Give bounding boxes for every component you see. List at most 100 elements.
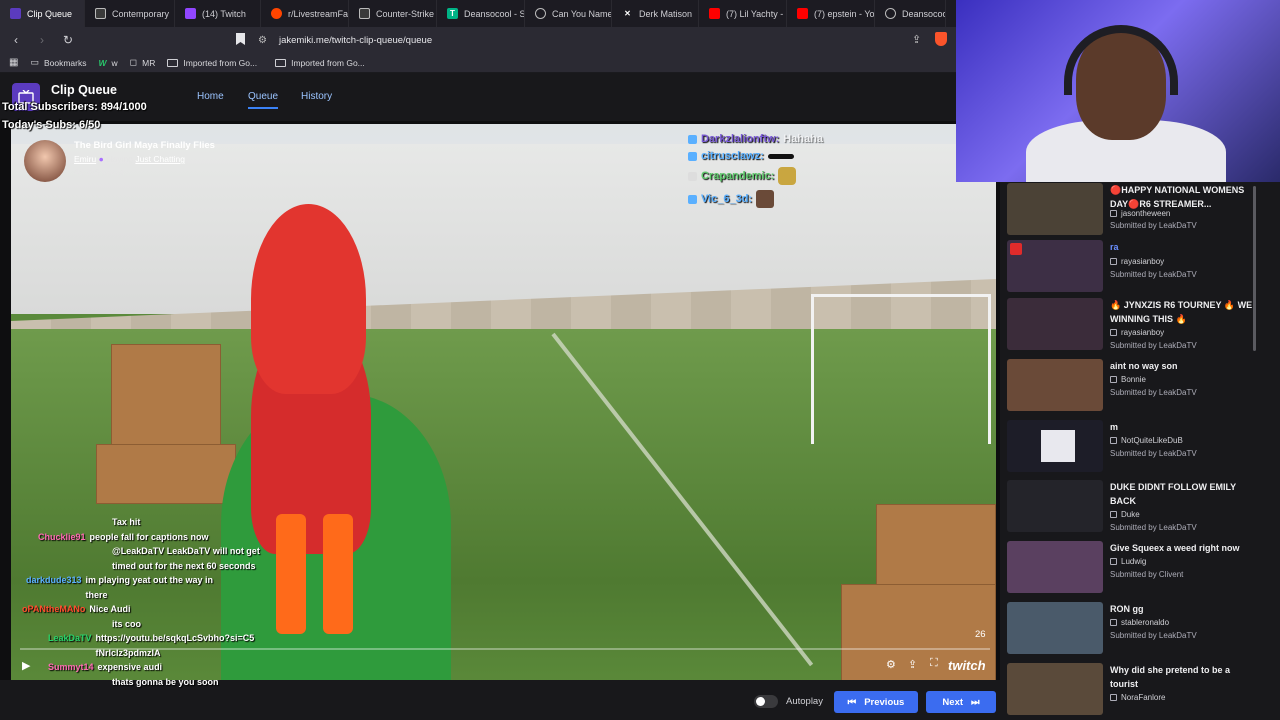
clip-thumbnail bbox=[1007, 298, 1103, 350]
queue-item[interactable]: aint no way son Bonnie Submitted by Leak… bbox=[1007, 359, 1267, 414]
bookmark-bookmarks[interactable]: ▭ Bookmarks bbox=[30, 57, 86, 68]
chat-line: thats gonna be you soon bbox=[8, 675, 278, 690]
forward-icon[interactable]: › bbox=[32, 33, 52, 47]
queue-item-title: 🔥 JYNXZIS R6 TOURNEY 🔥 WE WINNING THIS 🔥 bbox=[1110, 300, 1253, 324]
tab-contemporary[interactable]: Contemporary bbox=[85, 0, 175, 27]
share-icon[interactable]: ⇪ bbox=[908, 658, 917, 671]
next-button[interactable]: Next ⏭ bbox=[926, 691, 996, 713]
bookmark-mr[interactable]: ◻ MR bbox=[130, 57, 156, 68]
site-settings-icon[interactable]: ⚙ bbox=[258, 35, 267, 46]
play-icon[interactable]: ▶ bbox=[22, 659, 30, 672]
tab-twitch[interactable]: (14) Twitch bbox=[175, 0, 261, 27]
clip-thumbnail bbox=[1007, 602, 1103, 654]
clip-thumbnail bbox=[1007, 541, 1103, 593]
tab-clip-queue[interactable]: Clip Queue bbox=[0, 0, 85, 27]
queue-item-title: m bbox=[1110, 422, 1119, 432]
tab-deansocool[interactable]: T Deansocool - S bbox=[437, 0, 525, 27]
chat-user: Vic_6_3d: bbox=[701, 193, 753, 205]
tab-lil-yachty[interactable]: (7) Lil Yachty - bbox=[699, 0, 787, 27]
bookmark-folder-1[interactable]: Imported from Go... bbox=[167, 58, 257, 68]
tab-label: Derk Matison bbox=[639, 8, 693, 19]
brave-shield-icon[interactable] bbox=[935, 32, 947, 46]
apps-grid-icon[interactable]: ▦ bbox=[9, 57, 18, 68]
app-title: Clip Queue bbox=[51, 83, 117, 97]
tab-epstein[interactable]: (7) epstein - Yo bbox=[787, 0, 875, 27]
back-icon[interactable]: ‹ bbox=[6, 33, 26, 47]
streamer-avatar[interactable] bbox=[24, 140, 66, 182]
category-link[interactable]: Just Chatting bbox=[135, 154, 185, 164]
chat-user bbox=[38, 515, 108, 530]
video-box bbox=[96, 444, 236, 504]
queue-item-submitter: Submitted by LeakDaTV bbox=[1110, 388, 1197, 397]
queue-item[interactable]: DUKE DIDNT FOLLOW EMILY BACK Duke Submit… bbox=[1007, 480, 1267, 535]
x-favicon-icon: ✕ bbox=[624, 9, 631, 18]
autoplay-toggle[interactable] bbox=[754, 695, 778, 708]
queue-item-submitter: Submitted by LeakDaTV bbox=[1110, 221, 1197, 230]
next-label: Next bbox=[942, 696, 964, 708]
bookmark-w[interactable]: Ww bbox=[98, 58, 117, 68]
browser-nav-bar: ‹ › ↻ ⚙ jakemiki.me/twitch-clip-queue/qu… bbox=[0, 27, 956, 53]
badge-icon bbox=[688, 134, 697, 144]
settings-gear-icon[interactable]: ⚙ bbox=[886, 658, 896, 671]
streamer-link[interactable]: Emiru bbox=[74, 154, 96, 164]
bookmark-icon[interactable] bbox=[236, 33, 245, 45]
nav-home[interactable]: Home bbox=[197, 91, 224, 102]
queue-item[interactable]: Why did she pretend to be a tourist Nora… bbox=[1007, 663, 1267, 718]
globe-favicon-icon bbox=[885, 8, 896, 19]
queue-item-title: Why did she pretend to be a tourist bbox=[1110, 665, 1231, 689]
clip-icon bbox=[1110, 210, 1117, 217]
verified-icon: ● bbox=[98, 154, 104, 164]
chat-user bbox=[48, 617, 108, 632]
folder-icon bbox=[167, 58, 179, 67]
clip-icon bbox=[1110, 258, 1117, 265]
queue-item-channel: rayasianboy bbox=[1110, 328, 1164, 337]
chat-line: Crapandemic: bbox=[688, 167, 823, 185]
queue-item-title: RON gg bbox=[1110, 604, 1144, 614]
address-bar[interactable]: ⚙ jakemiki.me/twitch-clip-queue/queue bbox=[258, 31, 948, 49]
nav-queue[interactable]: Queue bbox=[248, 91, 279, 109]
webcam-headset bbox=[1064, 25, 1178, 95]
tab-can-you-name[interactable]: Can You Name bbox=[525, 0, 612, 27]
queue-item-title: ra bbox=[1110, 242, 1119, 252]
queue-item[interactable]: Give Squeex a weed right now Ludwig Subm… bbox=[1007, 541, 1267, 596]
queue-item[interactable]: 🔥 JYNXZIS R6 TOURNEY 🔥 WE WINNING THIS 🔥… bbox=[1007, 298, 1267, 353]
delete-icon[interactable] bbox=[1010, 243, 1022, 255]
queue-item[interactable]: m NotQuiteLikeDuB Submitted by LeakDaTV bbox=[1007, 420, 1267, 475]
chat-user: citrusclawz: bbox=[701, 150, 764, 162]
queue-item-channel: rayasianboy bbox=[1110, 257, 1164, 266]
tab-derk-matison[interactable]: ✕ Derk Matison bbox=[612, 0, 699, 27]
chat-line: Chucklie91 people fall for captions now bbox=[8, 530, 278, 545]
today-subs-overlay: Today's Subs: 6/50 bbox=[2, 119, 101, 131]
tab-label: (7) Lil Yachty - bbox=[726, 8, 784, 19]
chat-user: Chucklie91 bbox=[38, 531, 86, 542]
video-boot bbox=[323, 514, 353, 634]
tab-deansocool-x[interactable]: Deansocool (@ bbox=[875, 0, 946, 27]
chat-message: thats gonna be you soon bbox=[112, 676, 219, 687]
queue-item[interactable]: 🔴HAPPY NATIONAL WOMENS DAY🔴R6 STREAMER..… bbox=[1007, 183, 1267, 238]
bookmark-folder-2[interactable]: Imported from Go... bbox=[275, 58, 365, 68]
queue-item[interactable]: RON gg stableronaldo Submitted by LeakDa… bbox=[1007, 602, 1267, 657]
page-favicon-icon bbox=[95, 8, 106, 19]
chat-line: citrusclawz: bbox=[688, 150, 823, 162]
clip-title: The Bird Girl Maya Finally Flies bbox=[74, 140, 215, 151]
chat-user: oPANtheMANo bbox=[22, 604, 86, 614]
previous-button[interactable]: ⏮ Previous bbox=[834, 691, 918, 713]
twitch-favicon-icon bbox=[185, 8, 196, 19]
nav-history[interactable]: History bbox=[301, 91, 332, 102]
chat-line: its coo bbox=[8, 617, 278, 632]
share-icon[interactable]: ⇪ bbox=[912, 33, 921, 46]
queue-item[interactable]: ra rayasianboy Submitted by LeakDaTV bbox=[1007, 240, 1267, 295]
tab-counter-strike[interactable]: Counter-Strike bbox=[349, 0, 437, 27]
chat-line: Tax hit bbox=[8, 515, 278, 530]
reload-icon[interactable]: ↻ bbox=[58, 33, 78, 47]
tab-livestreamfail[interactable]: r/LivestreamFail bbox=[261, 0, 349, 27]
bookmark-icon: ▭ bbox=[30, 57, 39, 67]
bookmark-label: Bookmarks bbox=[43, 57, 87, 68]
fullscreen-icon[interactable]: ⛶ bbox=[930, 657, 938, 670]
queue-item-channel: Bonnie bbox=[1110, 375, 1146, 384]
queue-scrollbar[interactable] bbox=[1253, 186, 1256, 351]
chat-user: Darkzlalionftw: bbox=[701, 133, 780, 145]
emote-icon bbox=[756, 190, 775, 208]
chat-line: @LeakDaTV LeakDaTV will not get timed ou… bbox=[8, 544, 278, 573]
video-timeline[interactable] bbox=[20, 648, 990, 650]
